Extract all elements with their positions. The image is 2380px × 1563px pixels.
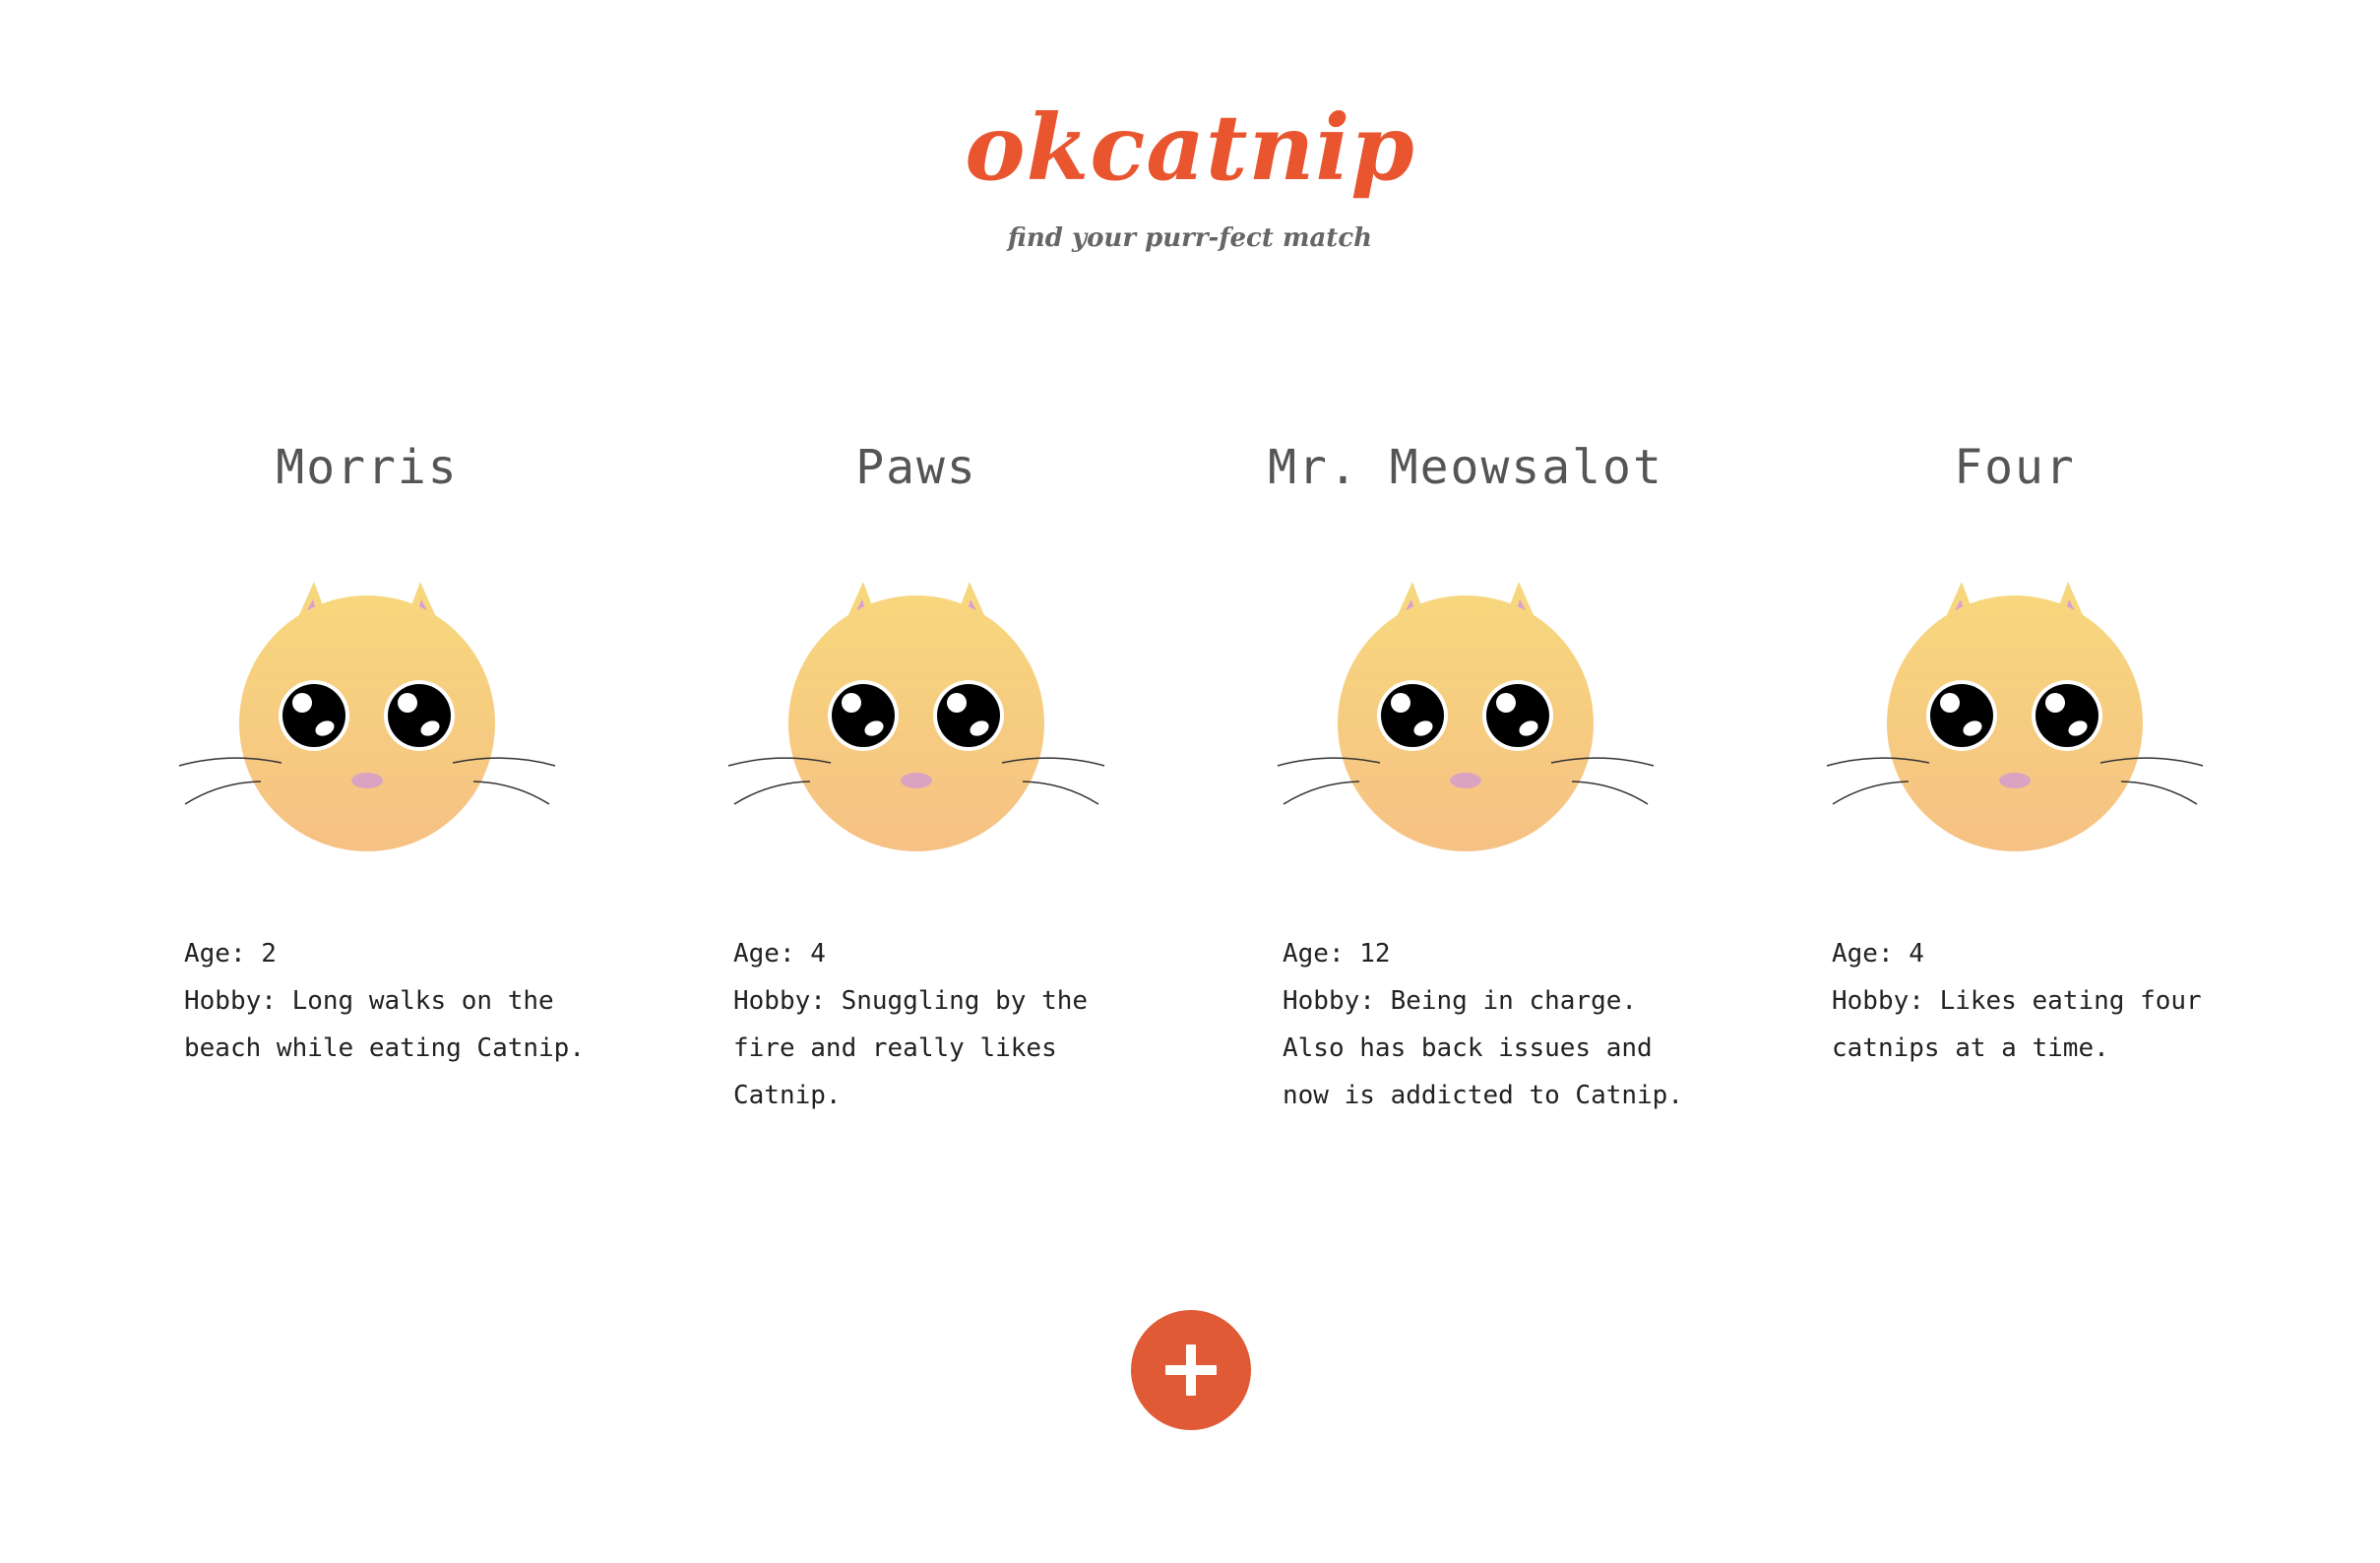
tagline: find your purr-fect match	[1007, 223, 1373, 253]
cat-face-icon	[1249, 561, 1682, 856]
cat-hobby: Hobby: Being in charge. Also has back is…	[1283, 986, 1683, 1110]
app-logo[interactable]: okcatnip	[0, 89, 2380, 207]
cat-card-paws[interactable]: Paws Age: 4 Hobby: Snuggling by the fire…	[700, 433, 1133, 1110]
cat-grid: Morris Age: 2 Hobby: Long walks on the b…	[0, 433, 2380, 1220]
cat-card-morris[interactable]: Morris Age: 2 Hobby: Long walks on the b…	[151, 433, 585, 1063]
cat-age: Age: 2	[184, 939, 277, 969]
cat-hobby: Hobby: Snuggling by the fire and really …	[733, 986, 1089, 1110]
cat-age: Age: 12	[1283, 939, 1391, 969]
cat-info: Age: 12 Hobby: Being in charge. Also has…	[1283, 930, 1696, 1119]
header: okcatnip find your purr-fect match	[0, 89, 2380, 256]
cat-name: Four	[1954, 440, 2076, 495]
cat-hobby: Hobby: Likes eating four catnips at a ti…	[1832, 986, 2202, 1063]
cat-info: Age: 2 Hobby: Long walks on the beach wh…	[184, 930, 597, 1072]
cat-info: Age: 4 Hobby: Likes eating four catnips …	[1832, 930, 2245, 1072]
cat-age: Age: 4	[1832, 939, 1924, 969]
cat-name: Morris	[276, 440, 459, 495]
cat-card-mr-meowsalot[interactable]: Mr. Meowsalot Age: 12 Hobby: Being in ch…	[1249, 433, 1683, 1110]
cat-face-icon	[700, 561, 1133, 856]
cat-card-four[interactable]: Four Age: 4 Hobby: Likes eating four cat…	[1798, 433, 2231, 1063]
cat-age: Age: 4	[733, 939, 826, 969]
cat-info: Age: 4 Hobby: Snuggling by the fire and …	[733, 930, 1147, 1119]
cat-name: Mr. Meowsalot	[1268, 440, 1663, 495]
cat-name: Paws	[855, 440, 977, 495]
add-cat-button[interactable]	[1131, 1310, 1251, 1430]
cat-hobby: Hobby: Long walks on the beach while eat…	[184, 986, 585, 1063]
plus-icon	[1165, 1344, 1217, 1396]
cat-face-icon	[1798, 561, 2231, 856]
cat-face-icon	[151, 561, 584, 856]
